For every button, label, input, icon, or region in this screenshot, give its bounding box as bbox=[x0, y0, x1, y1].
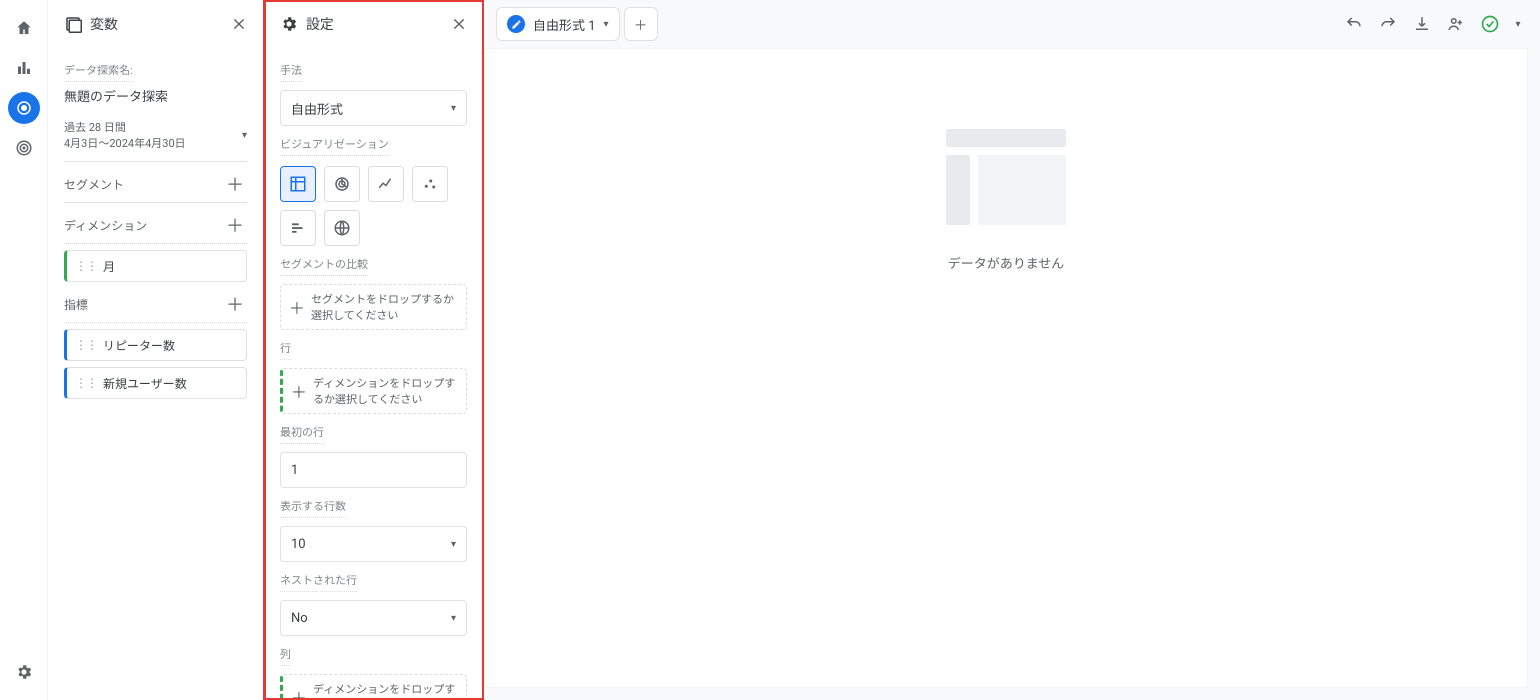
columns-drop-text: ディメンションをドロップするか選択してください bbox=[313, 681, 458, 700]
redo-button[interactable] bbox=[1372, 8, 1404, 40]
segment-comparison-label: セグメントの比較 bbox=[280, 256, 368, 276]
columns-label: 列 bbox=[280, 646, 291, 666]
settings-title: 設定 bbox=[306, 14, 435, 34]
segment-drop-zone[interactable]: ＋ セグメントをドロップするか選択してください bbox=[280, 284, 467, 330]
viz-donut-button[interactable] bbox=[324, 166, 360, 202]
empty-state-illustration bbox=[946, 129, 1066, 229]
canvas-tools: ▾ bbox=[1338, 8, 1528, 40]
metric-chip-label: リピーター数 bbox=[103, 337, 175, 354]
technique-value: 自由形式 bbox=[291, 99, 451, 118]
dimension-chip-label: 月 bbox=[103, 258, 115, 275]
nested-rows-value: No bbox=[291, 611, 451, 626]
rows-show-value: 10 bbox=[291, 537, 451, 552]
canvas-body: データがありません bbox=[484, 48, 1528, 688]
segment-drop-text: セグメントをドロップするか選択してください bbox=[311, 291, 458, 323]
close-settings-button[interactable] bbox=[443, 8, 475, 40]
settings-body: 手法 自由形式 ▾ ビジュアリゼーション セグメントの比較 ＋ セグメントをドロ… bbox=[264, 48, 483, 700]
visualization-picker bbox=[280, 166, 467, 246]
plus-icon: ＋ bbox=[291, 685, 307, 700]
canvas-toolbar: 自由形式 1 ▾ ＋ ▾ bbox=[484, 0, 1540, 48]
segments-label: セグメント bbox=[64, 176, 124, 193]
chevron-down-icon: ▾ bbox=[451, 613, 456, 624]
undo-button[interactable] bbox=[1338, 8, 1370, 40]
viz-scatter-button[interactable] bbox=[412, 166, 448, 202]
drag-handle-icon: ⋮⋮ bbox=[75, 338, 97, 352]
first-row-value: 1 bbox=[291, 463, 298, 478]
plus-icon: ＋ bbox=[291, 379, 307, 403]
dimensions-section: ディメンション ＋ bbox=[64, 203, 247, 244]
plus-icon: ＋ bbox=[289, 295, 305, 319]
viz-table-button[interactable] bbox=[280, 166, 316, 202]
metric-chip[interactable]: ⋮⋮ 新規ユーザー数 bbox=[64, 367, 247, 399]
technique-select[interactable]: 自由形式 ▾ bbox=[280, 90, 467, 126]
date-range-preset: 過去 28 日間 bbox=[64, 119, 242, 135]
rows-drop-zone[interactable]: ＋ ディメンションをドロップするか選択してください bbox=[280, 368, 467, 414]
no-data-text: データがありません bbox=[948, 253, 1065, 272]
first-row-input[interactable]: 1 bbox=[280, 452, 467, 488]
canvas-area: 自由形式 1 ▾ ＋ ▾ データがありません bbox=[484, 0, 1540, 700]
metrics-label: 指標 bbox=[64, 296, 88, 313]
settings-panel: 設定 手法 自由形式 ▾ ビジュアリゼーション セグメントの比較 ＋ セグメント… bbox=[264, 0, 484, 700]
dimension-chip[interactable]: ⋮⋮ 月 bbox=[64, 250, 247, 282]
viz-geo-button[interactable] bbox=[324, 210, 360, 246]
tab-label: 自由形式 1 bbox=[533, 15, 596, 34]
technique-label: 手法 bbox=[280, 62, 302, 82]
date-range-picker[interactable]: 過去 28 日間 4月3日～2024年4月30日 ▾ bbox=[64, 113, 247, 162]
viz-line-button[interactable] bbox=[368, 166, 404, 202]
chevron-down-icon: ▾ bbox=[242, 130, 247, 141]
visualization-label: ビジュアリゼーション bbox=[280, 136, 389, 156]
add-metric-button[interactable]: ＋ bbox=[223, 292, 247, 316]
download-button[interactable] bbox=[1406, 8, 1438, 40]
close-variables-button[interactable] bbox=[223, 8, 255, 40]
chevron-down-icon: ▾ bbox=[451, 103, 456, 114]
nav-home-icon[interactable] bbox=[8, 12, 40, 44]
nested-rows-label: ネストされた行 bbox=[280, 572, 357, 592]
rows-label: 行 bbox=[280, 340, 291, 360]
metric-chip[interactable]: ⋮⋮ リピーター数 bbox=[64, 329, 247, 361]
variables-panel: 変数 データ探索名: 無題のデータ探索 過去 28 日間 4月3日～2024年4… bbox=[48, 0, 264, 700]
drag-handle-icon: ⋮⋮ bbox=[75, 259, 97, 273]
edit-icon bbox=[507, 15, 525, 33]
variables-icon bbox=[64, 15, 82, 33]
metric-chip-label: 新規ユーザー数 bbox=[103, 375, 187, 392]
metrics-section: 指標 ＋ bbox=[64, 282, 247, 323]
segments-section: セグメント ＋ bbox=[64, 162, 247, 203]
share-button[interactable] bbox=[1440, 8, 1472, 40]
settings-header: 設定 bbox=[264, 0, 483, 48]
add-tab-button[interactable]: ＋ bbox=[624, 7, 658, 41]
dimensions-label: ディメンション bbox=[64, 217, 147, 234]
nav-explore-icon[interactable] bbox=[8, 92, 40, 124]
chevron-down-icon: ▾ bbox=[451, 539, 456, 550]
status-button[interactable] bbox=[1474, 8, 1506, 40]
drag-handle-icon: ⋮⋮ bbox=[75, 376, 97, 390]
nav-advertising-icon[interactable] bbox=[8, 132, 40, 164]
add-dimension-button[interactable]: ＋ bbox=[223, 213, 247, 237]
rows-show-label: 表示する行数 bbox=[280, 498, 346, 518]
exploration-name-value[interactable]: 無題のデータ探索 bbox=[64, 86, 247, 105]
date-range-value: 4月3日～2024年4月30日 bbox=[64, 135, 242, 151]
variables-body: データ探索名: 無題のデータ探索 過去 28 日間 4月3日～2024年4月30… bbox=[48, 48, 263, 700]
status-dropdown[interactable]: ▾ bbox=[1508, 8, 1528, 40]
nav-reports-icon[interactable] bbox=[8, 52, 40, 84]
variables-header: 変数 bbox=[48, 0, 263, 48]
left-nav-rail bbox=[0, 0, 48, 700]
rows-drop-text: ディメンションをドロップするか選択してください bbox=[313, 375, 458, 407]
variables-title: 変数 bbox=[90, 14, 215, 34]
first-row-label: 最初の行 bbox=[280, 424, 324, 444]
chevron-down-icon: ▾ bbox=[604, 19, 609, 30]
viz-bar-button[interactable] bbox=[280, 210, 316, 246]
gear-icon bbox=[280, 15, 298, 33]
columns-drop-zone[interactable]: ＋ ディメンションをドロップするか選択してください bbox=[280, 674, 467, 700]
nav-admin-icon[interactable] bbox=[8, 656, 40, 688]
chevron-down-icon: ▾ bbox=[1515, 19, 1520, 30]
exploration-name-label: データ探索名: bbox=[64, 62, 133, 82]
tab-freeform-1[interactable]: 自由形式 1 ▾ bbox=[496, 7, 620, 41]
add-segment-button[interactable]: ＋ bbox=[223, 172, 247, 196]
rows-show-select[interactable]: 10 ▾ bbox=[280, 526, 467, 562]
nested-rows-select[interactable]: No ▾ bbox=[280, 600, 467, 636]
